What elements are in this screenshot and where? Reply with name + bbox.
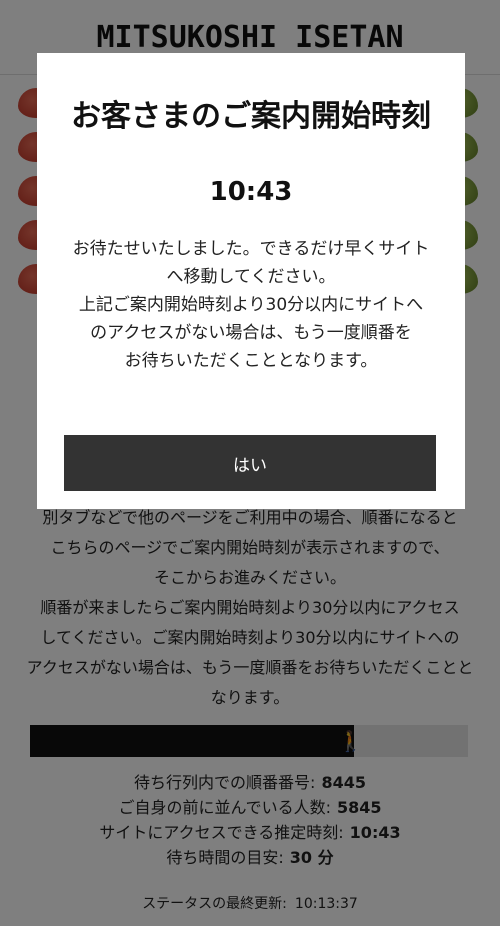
dialog-message-line: お待ちいただくこととなります。 bbox=[124, 351, 378, 371]
dialog-message: お待たせいたしました。できるだけ早くサイト へ移動してください。 上記ご案内開始… bbox=[65, 235, 437, 375]
dialog-title: お客さまのご案内開始時刻 bbox=[71, 99, 431, 134]
dialog-message-line: へ移動してください。 bbox=[166, 267, 336, 287]
entry-time-dialog: お客さまのご案内開始時刻 10:43 お待たせいたしました。できるだけ早くサイト… bbox=[37, 53, 465, 509]
dialog-message-line: 上記ご案内開始時刻より30分以内にサイトへ bbox=[78, 295, 424, 315]
dialog-message-line: お待たせいたしました。できるだけ早くサイト bbox=[72, 239, 430, 259]
dialog-entry-time: 10:43 bbox=[209, 177, 293, 207]
dialog-message-line: のアクセスがない場合は、もう一度順番を bbox=[90, 323, 412, 343]
confirm-button[interactable]: はい bbox=[64, 435, 436, 491]
